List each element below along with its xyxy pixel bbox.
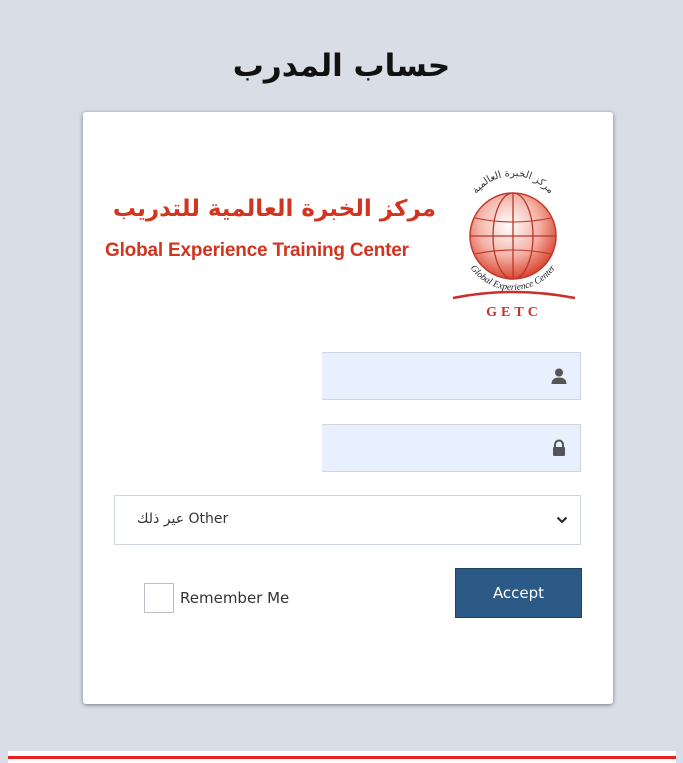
getc-logo: مركز الخبرة العالمية للتدريب Global Expe… bbox=[103, 152, 583, 324]
globe-arc-top-text: مركز الخبرة العالمية bbox=[470, 168, 556, 196]
chevron-down-icon bbox=[556, 516, 568, 524]
remember-me-checkbox[interactable] bbox=[144, 583, 174, 613]
page-title: حساب المدرب bbox=[232, 48, 451, 84]
input-mask bbox=[114, 424, 322, 474]
globe-logo-icon: مركز الخبرة العالمية Global Experience C… bbox=[452, 168, 576, 320]
footer-bar bbox=[8, 751, 676, 763]
user-icon bbox=[551, 368, 567, 384]
role-select[interactable]: عير ذلك Other bbox=[114, 495, 581, 545]
logo-acronym: GETC bbox=[486, 305, 542, 320]
remember-me-label: Remember Me bbox=[180, 589, 290, 607]
username-row bbox=[114, 352, 581, 402]
lock-icon bbox=[553, 439, 565, 456]
logo-english-name: Global Experience Training Center bbox=[105, 240, 409, 261]
role-select-value: عير ذلك Other bbox=[137, 511, 229, 527]
password-row bbox=[114, 424, 581, 474]
svg-text:مركز الخبرة العالمية: مركز الخبرة العالمية bbox=[470, 168, 556, 196]
footer-accent-line bbox=[8, 756, 676, 759]
login-card: مركز الخبرة العالمية للتدريب Global Expe… bbox=[83, 112, 613, 704]
logo-arabic-name: مركز الخبرة العالمية للتدريب bbox=[112, 196, 436, 222]
accept-button[interactable]: Accept bbox=[455, 568, 582, 618]
input-mask bbox=[114, 352, 322, 402]
